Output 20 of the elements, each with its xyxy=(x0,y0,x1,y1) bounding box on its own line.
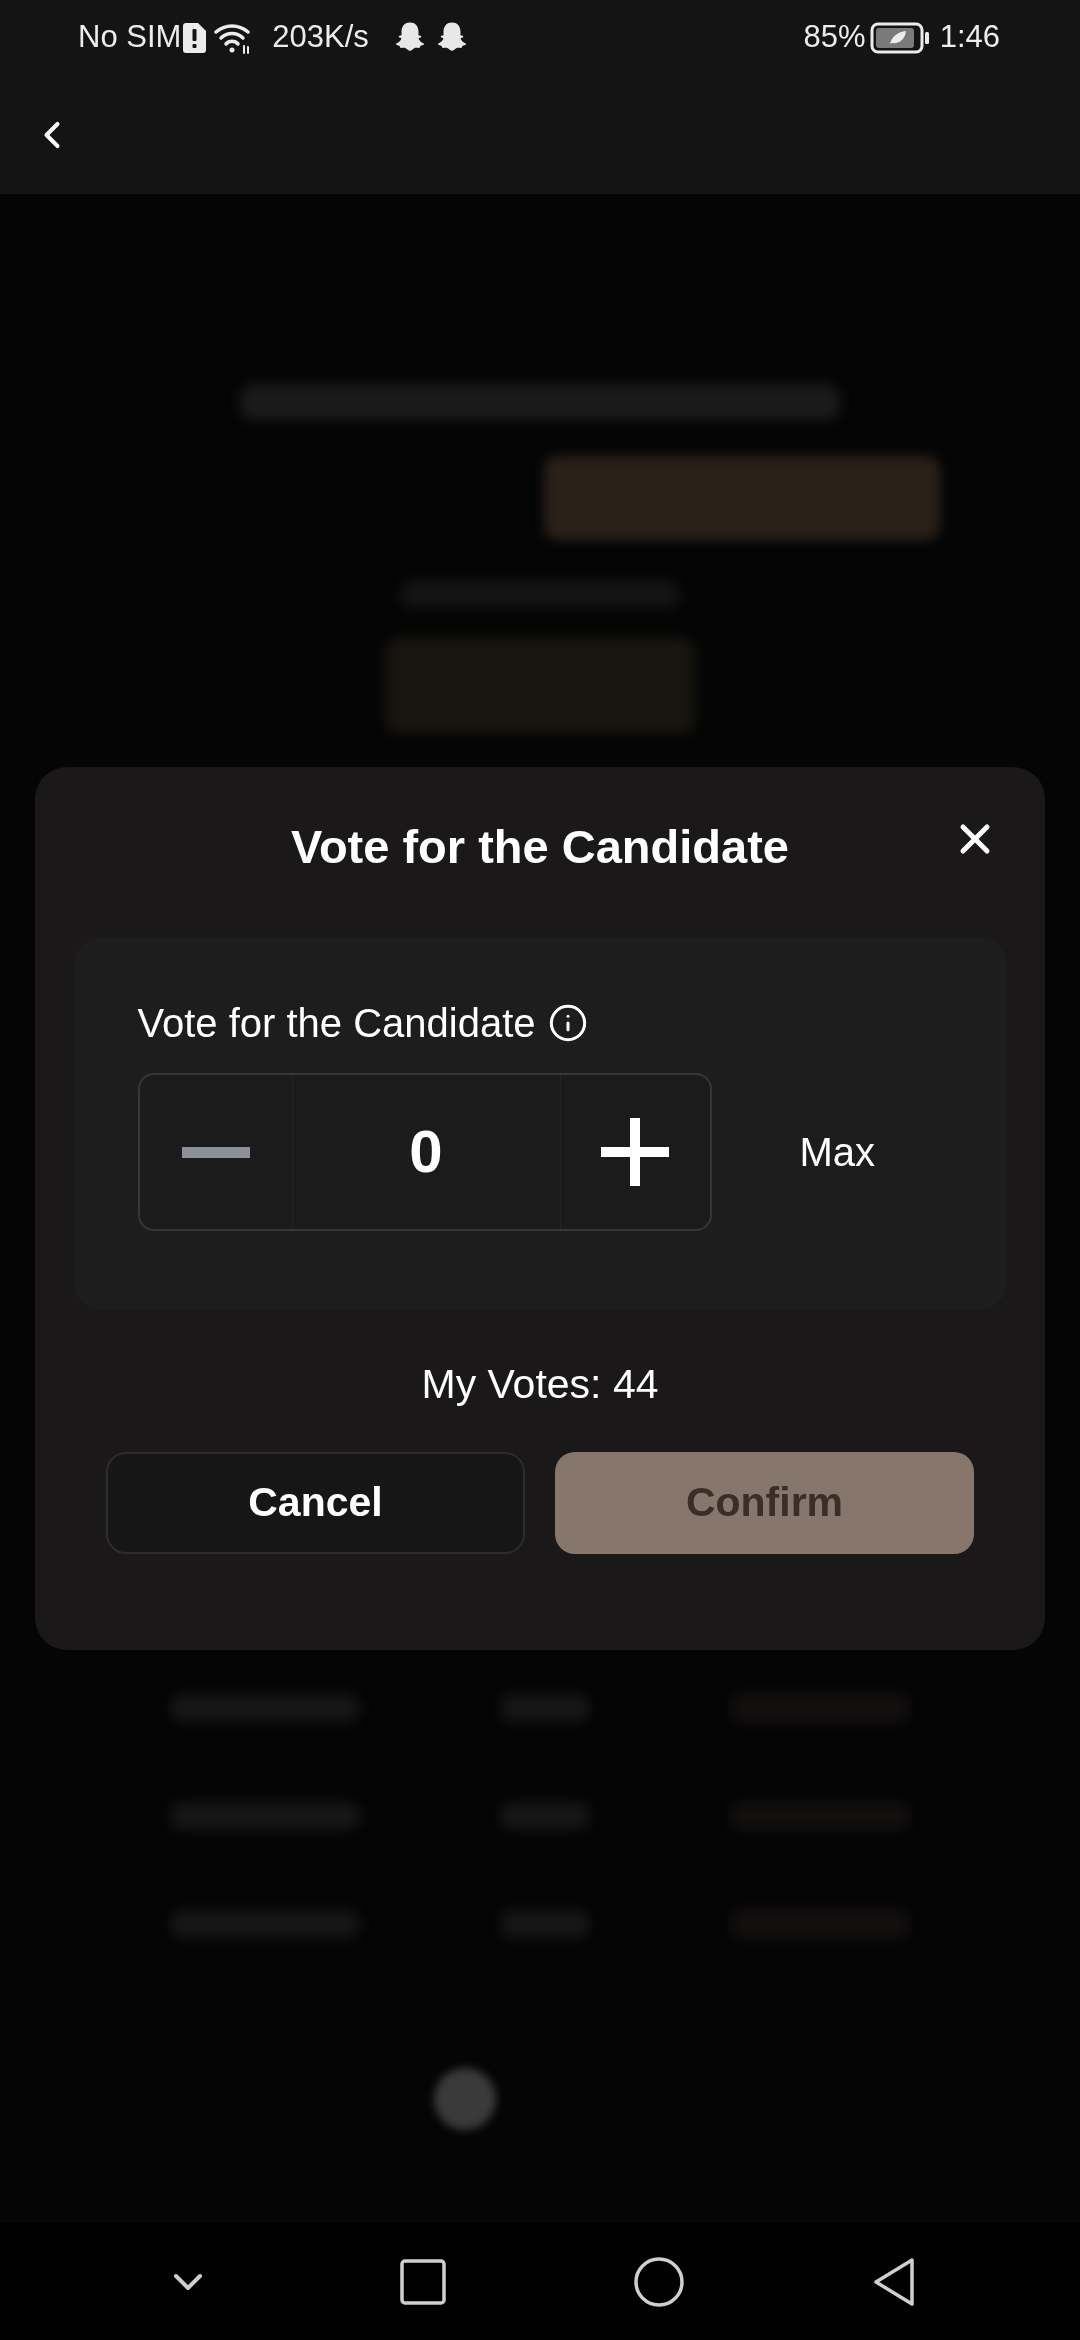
plus-icon xyxy=(601,1118,669,1186)
network-speed-text: 203K/s xyxy=(272,18,369,57)
back-icon[interactable] xyxy=(872,2256,916,2307)
vote-stepper[interactable]: 0 xyxy=(137,1073,712,1231)
carrier-text: No SIM xyxy=(78,18,182,57)
cancel-button[interactable]: Cancel xyxy=(106,1452,525,1554)
minus-icon xyxy=(181,1146,250,1158)
info-icon[interactable] xyxy=(547,1003,588,1043)
wifi-icon xyxy=(214,21,253,54)
vote-count-field[interactable]: 0 xyxy=(292,1075,560,1229)
battery-percent-text: 85% xyxy=(803,18,866,57)
vote-label: Vote for the Candidate xyxy=(137,1000,536,1047)
home-icon[interactable] xyxy=(634,2256,684,2307)
my-votes-text: My Votes: 44 xyxy=(421,1360,659,1409)
max-button[interactable]: Max xyxy=(799,1126,876,1178)
dialog-title: Vote for the Candidate xyxy=(291,819,789,875)
recents-icon[interactable] xyxy=(400,2258,446,2305)
battery-icon xyxy=(869,21,930,54)
sim-alert-icon xyxy=(183,22,207,53)
clock-text: 1:46 xyxy=(939,18,1000,57)
